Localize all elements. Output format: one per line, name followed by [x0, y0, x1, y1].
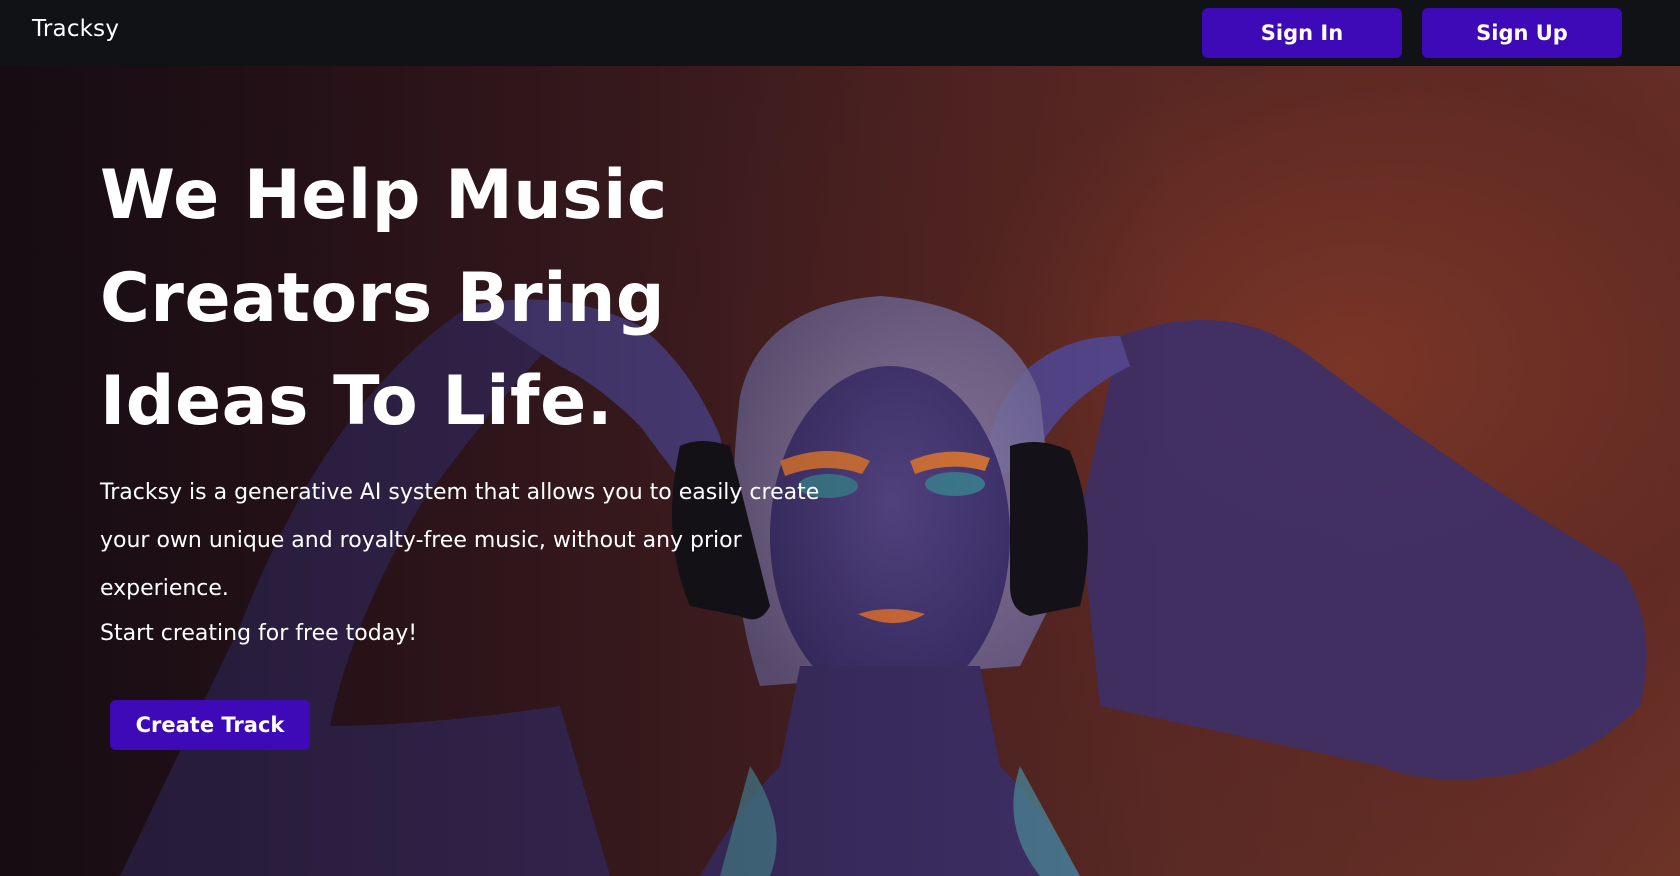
- create-track-button[interactable]: Create Track: [110, 700, 310, 750]
- sign-up-button[interactable]: Sign Up: [1422, 8, 1622, 58]
- hero-title: We Help Music Creators Bring Ideas To Li…: [100, 156, 668, 441]
- hero-description: Tracksy is a generative AI system that a…: [100, 480, 820, 601]
- sign-in-button[interactable]: Sign In: [1202, 8, 1402, 58]
- hero-cta-text: Start creating for free today!: [100, 621, 418, 646]
- brand-logo-text[interactable]: Tracksy: [32, 16, 119, 42]
- hero-section: We Help Music Creators Bring Ideas To Li…: [0, 66, 1680, 876]
- top-navbar: Tracksy Sign In Sign Up: [0, 0, 1680, 66]
